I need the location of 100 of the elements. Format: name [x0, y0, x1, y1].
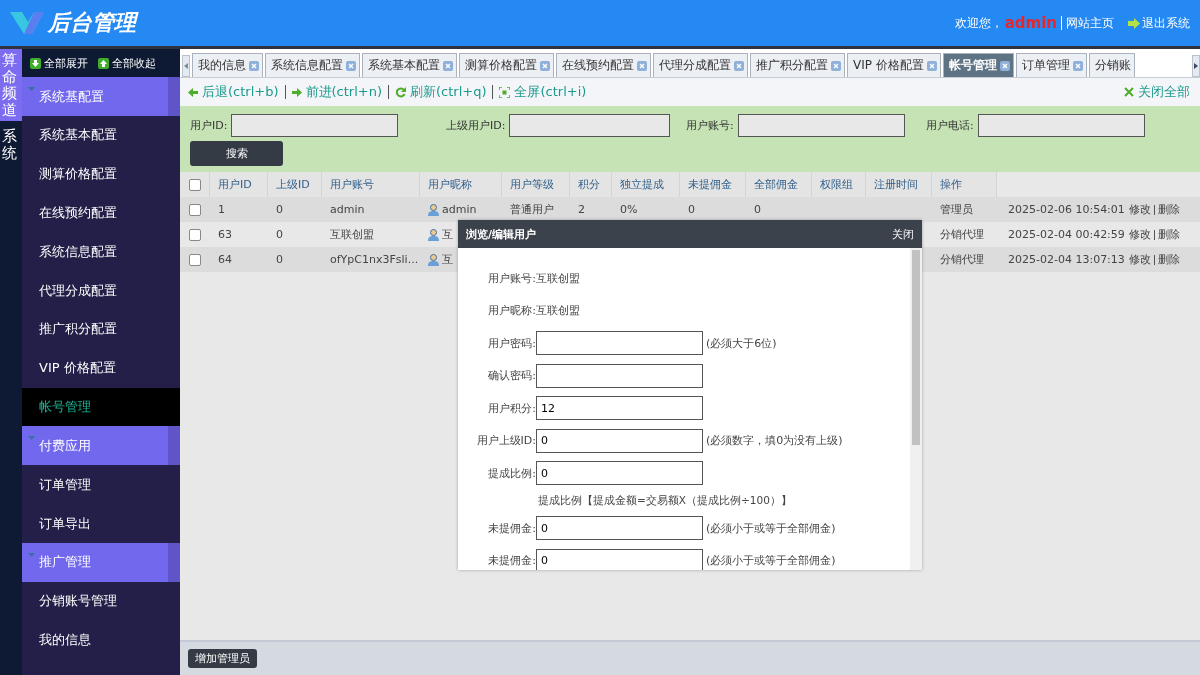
sidebar-group[interactable]: 付费应用: [22, 426, 180, 466]
search-field[interactable]: [977, 114, 1145, 137]
sidebar-group[interactable]: 推广管理: [22, 542, 180, 582]
column-header: 独立提成: [612, 172, 680, 197]
tab[interactable]: 推广积分配置: [750, 53, 845, 77]
refresh-icon: [395, 86, 406, 98]
tab[interactable]: 我的信息: [192, 53, 263, 77]
column-header: 用户账号: [322, 172, 420, 197]
logo-icon: [10, 10, 44, 36]
table-cell: admin: [442, 203, 477, 216]
tab[interactable]: VIP 价格配置: [847, 53, 941, 77]
tab[interactable]: 订单管理: [1015, 53, 1087, 77]
add-admin-button[interactable]: 增加管理员: [188, 649, 257, 668]
home-link[interactable]: 网站主页: [1066, 14, 1114, 32]
tab[interactable]: 测算价格配置: [459, 53, 554, 77]
table-cell: 0: [688, 203, 695, 216]
tab[interactable]: 帐号管理: [942, 53, 1014, 77]
close-icon[interactable]: [926, 60, 937, 71]
sidebar-item[interactable]: VIP 价格配置: [22, 348, 180, 388]
sidebar-item[interactable]: 我的信息: [22, 620, 180, 660]
close-icon[interactable]: [346, 60, 356, 71]
input-field[interactable]: 0: [536, 548, 703, 570]
scroll-right-button[interactable]: [1192, 55, 1200, 77]
sidebar-item[interactable]: 订单导出: [22, 504, 180, 543]
search-field[interactable]: [509, 114, 670, 137]
close-icon[interactable]: [540, 60, 550, 71]
tab[interactable]: 代理分成配置: [653, 53, 748, 77]
input-field[interactable]: [536, 363, 703, 388]
caret-icon: [28, 552, 35, 558]
input-field[interactable]: 0: [536, 516, 703, 540]
checkbox[interactable]: [189, 228, 201, 241]
checkbox[interactable]: [189, 253, 201, 266]
tab[interactable]: 系统信息配置: [265, 53, 360, 77]
close-button[interactable]: 关闭: [892, 226, 914, 242]
scroll-left-button[interactable]: [182, 55, 190, 77]
table-cell-text: 分销代理: [939, 227, 985, 242]
close-icon[interactable]: [443, 60, 453, 71]
close-icon[interactable]: [637, 60, 647, 71]
table-cell: 0: [276, 253, 283, 266]
close-icon[interactable]: [249, 60, 259, 71]
edit-link[interactable]: 修改: [1129, 202, 1151, 217]
user-icon: [428, 203, 439, 216]
field-label: 用户积分:: [487, 400, 536, 416]
close-icon[interactable]: [1072, 60, 1083, 71]
sidebar-item[interactable]: 系统信息配置: [22, 232, 180, 272]
close-icon[interactable]: [831, 60, 841, 71]
close-icon[interactable]: [734, 60, 744, 71]
input-field[interactable]: [536, 331, 703, 355]
table-cell: ofYpC1nx3Fsli...: [330, 253, 419, 266]
field-label: 用户电话:: [926, 118, 974, 133]
delete-link[interactable]: 删除: [1158, 202, 1180, 217]
field-label: 用户ID:: [190, 118, 228, 133]
right-arrow-icon: [1194, 63, 1198, 69]
tab[interactable]: 分销账: [1088, 53, 1135, 77]
field-hint: (必须数字，填0为没有上级): [706, 433, 843, 448]
edit-link[interactable]: 修改: [1129, 252, 1151, 267]
channel-tab[interactable]: 算命频道: [0, 49, 22, 121]
sidebar-item[interactable]: 系统基本配置: [22, 116, 180, 155]
table-cell: 0: [754, 203, 761, 216]
column-header: 用户等级: [502, 172, 570, 197]
user-icon: [428, 253, 439, 266]
close-icon[interactable]: [999, 60, 1010, 71]
table-cell: 普通用户: [510, 202, 554, 217]
sidebar-group[interactable]: 系统基配置: [22, 77, 180, 116]
table-cell: 0%: [620, 203, 638, 216]
table-cell: 互: [442, 252, 453, 267]
search-field[interactable]: [231, 114, 399, 137]
checkbox[interactable]: [189, 203, 201, 216]
input-field[interactable]: 12: [536, 396, 703, 420]
collapse-all-button[interactable]: 全部收起: [98, 55, 156, 71]
tab[interactable]: 系统基本配置: [362, 53, 457, 77]
input-field[interactable]: 0: [536, 428, 703, 453]
column-header: 积分: [570, 172, 612, 197]
channel-tab[interactable]: 系统: [0, 125, 22, 164]
down-arrow-icon: [30, 57, 41, 69]
sidebar-item[interactable]: 订单管理: [22, 465, 180, 505]
table-cell: 64: [218, 253, 232, 266]
scrollbar-thumb[interactable]: [912, 250, 920, 445]
caret-icon: [28, 87, 35, 92]
sidebar-item[interactable]: 分销账号管理: [22, 581, 180, 621]
expand-all-button[interactable]: 全部展开: [30, 55, 88, 71]
delete-link[interactable]: 删除: [1158, 252, 1180, 267]
column-header: 全部佣金: [746, 172, 812, 197]
table-cell: 0: [276, 228, 283, 241]
search-button[interactable]: 搜索: [190, 141, 283, 166]
checkbox[interactable]: [189, 178, 201, 191]
sidebar-item[interactable]: 测算价格配置: [22, 154, 180, 194]
tab[interactable]: 在线预约配置: [556, 53, 651, 77]
search-field[interactable]: [737, 114, 905, 137]
edit-link[interactable]: 修改: [1129, 227, 1151, 242]
sidebar-item[interactable]: 在线预约配置: [22, 193, 180, 233]
delete-link[interactable]: 删除: [1158, 227, 1180, 242]
column-header: 操作: [932, 172, 997, 197]
logout-link[interactable]: 退出系统: [1142, 14, 1190, 32]
sidebar-item[interactable]: 推广积分配置: [22, 310, 180, 349]
sidebar-item[interactable]: 帐号管理: [22, 387, 180, 427]
input-field[interactable]: 0: [536, 461, 703, 485]
column-header: 权限组: [812, 172, 866, 197]
sidebar-item[interactable]: 代理分成配置: [22, 271, 180, 310]
table-cell-text: 2025-02-06 10:54:01: [1007, 203, 1125, 216]
